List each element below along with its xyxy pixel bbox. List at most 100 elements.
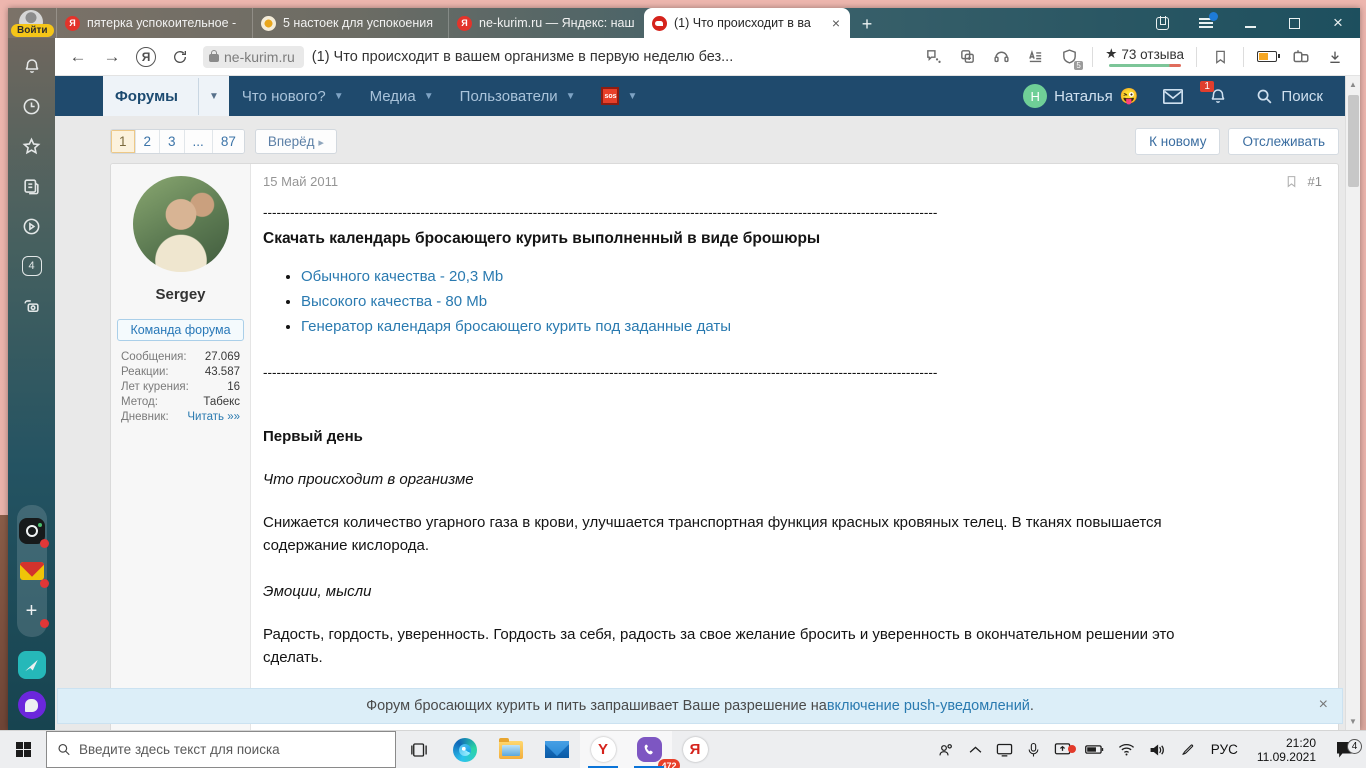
page-2[interactable]: 2 xyxy=(135,130,161,153)
pen-icon[interactable] xyxy=(1173,742,1202,757)
battery-icon[interactable] xyxy=(1078,744,1111,755)
nav-whats-new[interactable]: Что нового? ▼ xyxy=(229,76,357,116)
forward-icon[interactable]: → xyxy=(97,42,127,72)
microphone-icon[interactable] xyxy=(1020,742,1047,758)
scroll-down-icon[interactable]: ▼ xyxy=(1349,713,1357,730)
close-button[interactable]: × xyxy=(1316,8,1360,38)
start-button[interactable] xyxy=(0,731,46,768)
watch-thread-button[interactable]: Отслеживать xyxy=(1228,128,1339,155)
tray-chevron-up-icon[interactable] xyxy=(962,745,989,754)
volume-icon[interactable] xyxy=(1142,743,1173,757)
forum-search[interactable]: Поиск xyxy=(1240,76,1345,116)
bookmark-flag-icon[interactable] xyxy=(1205,42,1235,72)
browser-profile-login[interactable]: Войти xyxy=(8,8,56,38)
jump-to-new-button[interactable]: К новому xyxy=(1135,128,1221,155)
file-explorer-icon[interactable] xyxy=(488,731,534,768)
next-page-button[interactable]: Вперёд ▸ xyxy=(254,129,337,154)
banner-close-icon[interactable]: × xyxy=(1319,696,1328,714)
alerts-bell-icon[interactable]: 1 xyxy=(1196,76,1240,116)
tab-1[interactable]: Я пятерка успокоительное - xyxy=(56,8,252,38)
display-cast-icon[interactable] xyxy=(989,742,1020,757)
enable-push-link[interactable]: включение push-уведомлений xyxy=(827,698,1030,714)
camera-record-icon[interactable] xyxy=(17,516,49,548)
search-input[interactable] xyxy=(79,742,385,757)
new-tab-button[interactable]: + xyxy=(850,14,884,38)
yandex-browser-icon[interactable]: Y xyxy=(580,731,626,768)
page-scrollbar[interactable]: ▲ ▼ xyxy=(1345,76,1360,730)
site-rating[interactable]: ★ 73 отзыва xyxy=(1101,46,1188,67)
diary-link[interactable]: Читать »» xyxy=(187,411,240,423)
feed-articles-icon[interactable] xyxy=(17,171,47,201)
inbox-envelope-icon[interactable] xyxy=(1150,76,1196,116)
address-bar[interactable]: ne-kurim.ru (1) Что происходит в вашем о… xyxy=(199,45,914,68)
collections-icon[interactable] xyxy=(1286,42,1316,72)
nav-users[interactable]: Пользователи ▼ xyxy=(447,76,589,116)
tabs-count-icon[interactable]: 4 xyxy=(17,251,47,281)
scrollbar-thumb[interactable] xyxy=(1347,95,1359,187)
notifications-bell-icon[interactable] xyxy=(17,51,47,81)
page-87[interactable]: 87 xyxy=(212,130,244,153)
screenshot-camera-icon[interactable] xyxy=(17,291,47,321)
domain-text: ne-kurim.ru xyxy=(224,48,295,65)
power-saving-icon[interactable] xyxy=(1252,42,1282,72)
alerts-badge: 1 xyxy=(1200,81,1214,92)
reload-icon[interactable] xyxy=(165,42,195,72)
add-service-plus-icon[interactable]: + xyxy=(17,596,49,628)
recommendations-icon[interactable] xyxy=(918,42,948,72)
account-menu[interactable]: H Наталья 😜 xyxy=(1011,76,1150,116)
page-ellipsis[interactable]: ... xyxy=(184,130,213,153)
alice-assistant-icon[interactable] xyxy=(17,690,47,720)
adblock-shield-icon[interactable]: 5 xyxy=(1054,42,1084,72)
headphones-icon[interactable] xyxy=(986,42,1016,72)
maximize-button[interactable] xyxy=(1272,8,1316,38)
author-name[interactable]: Sergey xyxy=(111,286,250,303)
browser-menu-icon[interactable] xyxy=(1184,8,1228,38)
nav-media[interactable]: Медиа ▼ xyxy=(357,76,447,116)
screen-share-icon[interactable] xyxy=(1047,742,1078,757)
page-3[interactable]: 3 xyxy=(160,130,185,153)
scroll-up-icon[interactable]: ▲ xyxy=(1349,76,1357,93)
page-1[interactable]: 1 xyxy=(111,130,136,153)
action-center-icon[interactable]: 4 xyxy=(1326,738,1366,758)
language-indicator[interactable]: РУС xyxy=(1202,742,1247,757)
yandex-app-icon[interactable]: Я xyxy=(672,731,718,768)
post-number[interactable]: #1 xyxy=(1308,174,1322,189)
nav-forums[interactable]: Форумы ▼ xyxy=(103,76,229,116)
push-permission-banner: Форум бросающих курить и пить запрашивае… xyxy=(57,688,1343,724)
download-link[interactable]: Генератор календаря бросающего курить по… xyxy=(301,318,731,335)
clock[interactable]: 21:20 11.09.2021 xyxy=(1247,736,1326,764)
downloads-icon[interactable] xyxy=(1320,42,1350,72)
nav-sos[interactable]: sos ▼ xyxy=(588,76,650,116)
avatar: H xyxy=(1023,84,1048,108)
yandex-home-icon[interactable]: Я xyxy=(131,42,161,72)
wifi-icon[interactable] xyxy=(1111,743,1142,756)
people-icon[interactable] xyxy=(930,742,962,758)
tab-panel-icon[interactable] xyxy=(1140,8,1184,38)
minimize-button[interactable] xyxy=(1228,8,1272,38)
taskbar-search[interactable] xyxy=(46,731,396,768)
messenger-icon[interactable] xyxy=(17,650,47,680)
reader-mode-icon[interactable] xyxy=(1020,42,1050,72)
video-play-icon[interactable] xyxy=(17,211,47,241)
history-clock-icon[interactable] xyxy=(17,91,47,121)
domain-chip[interactable]: ne-kurim.ru xyxy=(203,45,304,68)
bookmarks-star-icon[interactable] xyxy=(17,131,47,161)
viber-icon[interactable]: 472 xyxy=(626,731,680,768)
login-badge[interactable]: Войти xyxy=(11,24,54,37)
back-icon[interactable]: ← xyxy=(63,42,93,72)
mail-app-icon[interactable] xyxy=(534,731,580,768)
tab-close-icon[interactable]: × xyxy=(830,15,842,31)
copy-page-icon[interactable] xyxy=(952,42,982,72)
bookmark-icon[interactable] xyxy=(1285,174,1298,189)
tab-3[interactable]: Я ne-kurim.ru — Яндекс: наш xyxy=(448,8,644,38)
yandex-mail-icon[interactable] xyxy=(17,556,49,588)
post-date[interactable]: 15 Май 2011 xyxy=(263,174,338,189)
tab-active[interactable]: (1) Что происходит в ва × xyxy=(644,8,850,38)
chevron-down-icon[interactable]: ▼ xyxy=(197,77,229,115)
download-link[interactable]: Обычного качества - 20,3 Mb xyxy=(301,268,503,285)
author-avatar[interactable] xyxy=(132,176,229,272)
task-view-icon[interactable] xyxy=(396,731,442,768)
tab-2[interactable]: 5 настоек для успокоения xyxy=(252,8,448,38)
edge-icon[interactable] xyxy=(442,731,488,768)
download-link[interactable]: Высокого качества - 80 Mb xyxy=(301,293,487,310)
